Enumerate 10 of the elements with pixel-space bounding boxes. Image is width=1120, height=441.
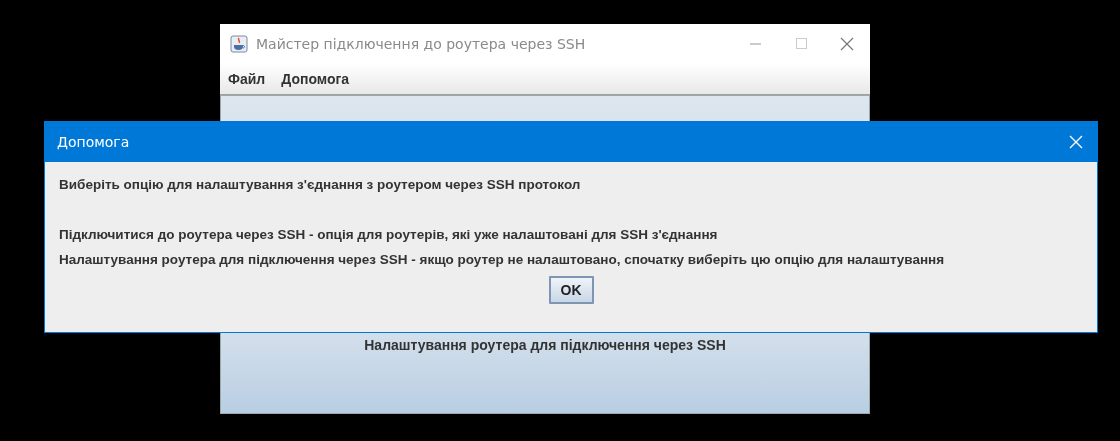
menu-item[interactable]: Файл <box>228 71 266 87</box>
dialog-title: Допомога <box>57 134 130 150</box>
menu-item[interactable]: Допомога <box>281 71 350 87</box>
window-title: Майстер підключення до роутера через SSH <box>256 36 586 52</box>
message-text: Виберіть опцію для налаштування з'єднання з роутером через SSH протокол <box>59 176 582 194</box>
coffee-cup-icon <box>230 35 248 53</box>
message-text: Налаштування роутера для підключення через SSH - якщо роутер не налаштовано, спочатку виберіть цю опцію для налаштування <box>59 251 946 269</box>
message-text: Підключитися до роутера через SSH - опція для роутерів, які уже налаштовані для SSH з'єднання <box>59 226 719 244</box>
ok-button[interactable]: OK <box>548 276 594 304</box>
close-icon[interactable] <box>1067 133 1085 151</box>
